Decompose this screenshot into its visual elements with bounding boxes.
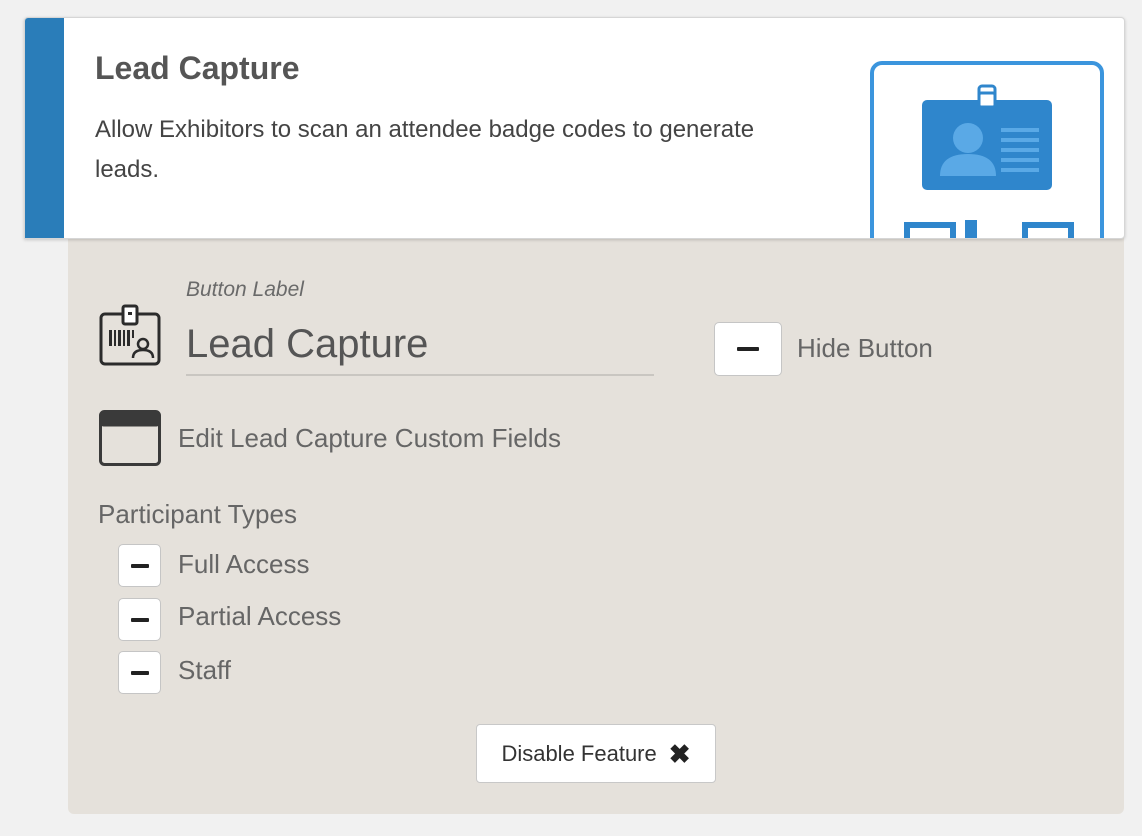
participant-type-label: Full Access [178,549,310,579]
feature-description: Allow Exhibitors to scan an attendee bad… [95,116,755,183]
button-label-input[interactable] [186,314,654,376]
feature-card: Lead Capture Allow Exhibitors to scan an… [24,17,1125,239]
edit-custom-fields-link[interactable]: Edit Lead Capture Custom Fields [178,423,561,454]
participant-type-checkbox-partial-access[interactable] [118,598,161,641]
indeterminate-dash-icon [130,670,149,675]
hide-button-checkbox[interactable] [714,322,782,376]
participant-type-label: Staff [178,655,232,685]
card-accent-bar [25,18,64,238]
participant-type-label: Partial Access [178,601,342,631]
participant-type-checkbox-full-access[interactable] [118,544,161,587]
feature-title: Lead Capture [95,50,300,86]
window-icon [99,410,161,471]
disable-feature-button[interactable]: Disable Feature ✖ [476,724,716,783]
close-icon: ✖ [668,738,691,769]
hide-button-label: Hide Button [797,333,933,363]
indeterminate-dash-icon [130,563,149,568]
participant-type-checkbox-staff[interactable] [118,651,161,694]
indeterminate-dash-icon [737,347,759,351]
indeterminate-dash-icon [130,617,149,622]
badge-scanner-icon [845,60,1107,238]
badge-barcode-icon [99,304,161,371]
disable-feature-label: Disable Feature [501,740,657,766]
participant-types-heading: Participant Types [98,499,297,529]
button-label-caption: Button Label [186,278,304,301]
